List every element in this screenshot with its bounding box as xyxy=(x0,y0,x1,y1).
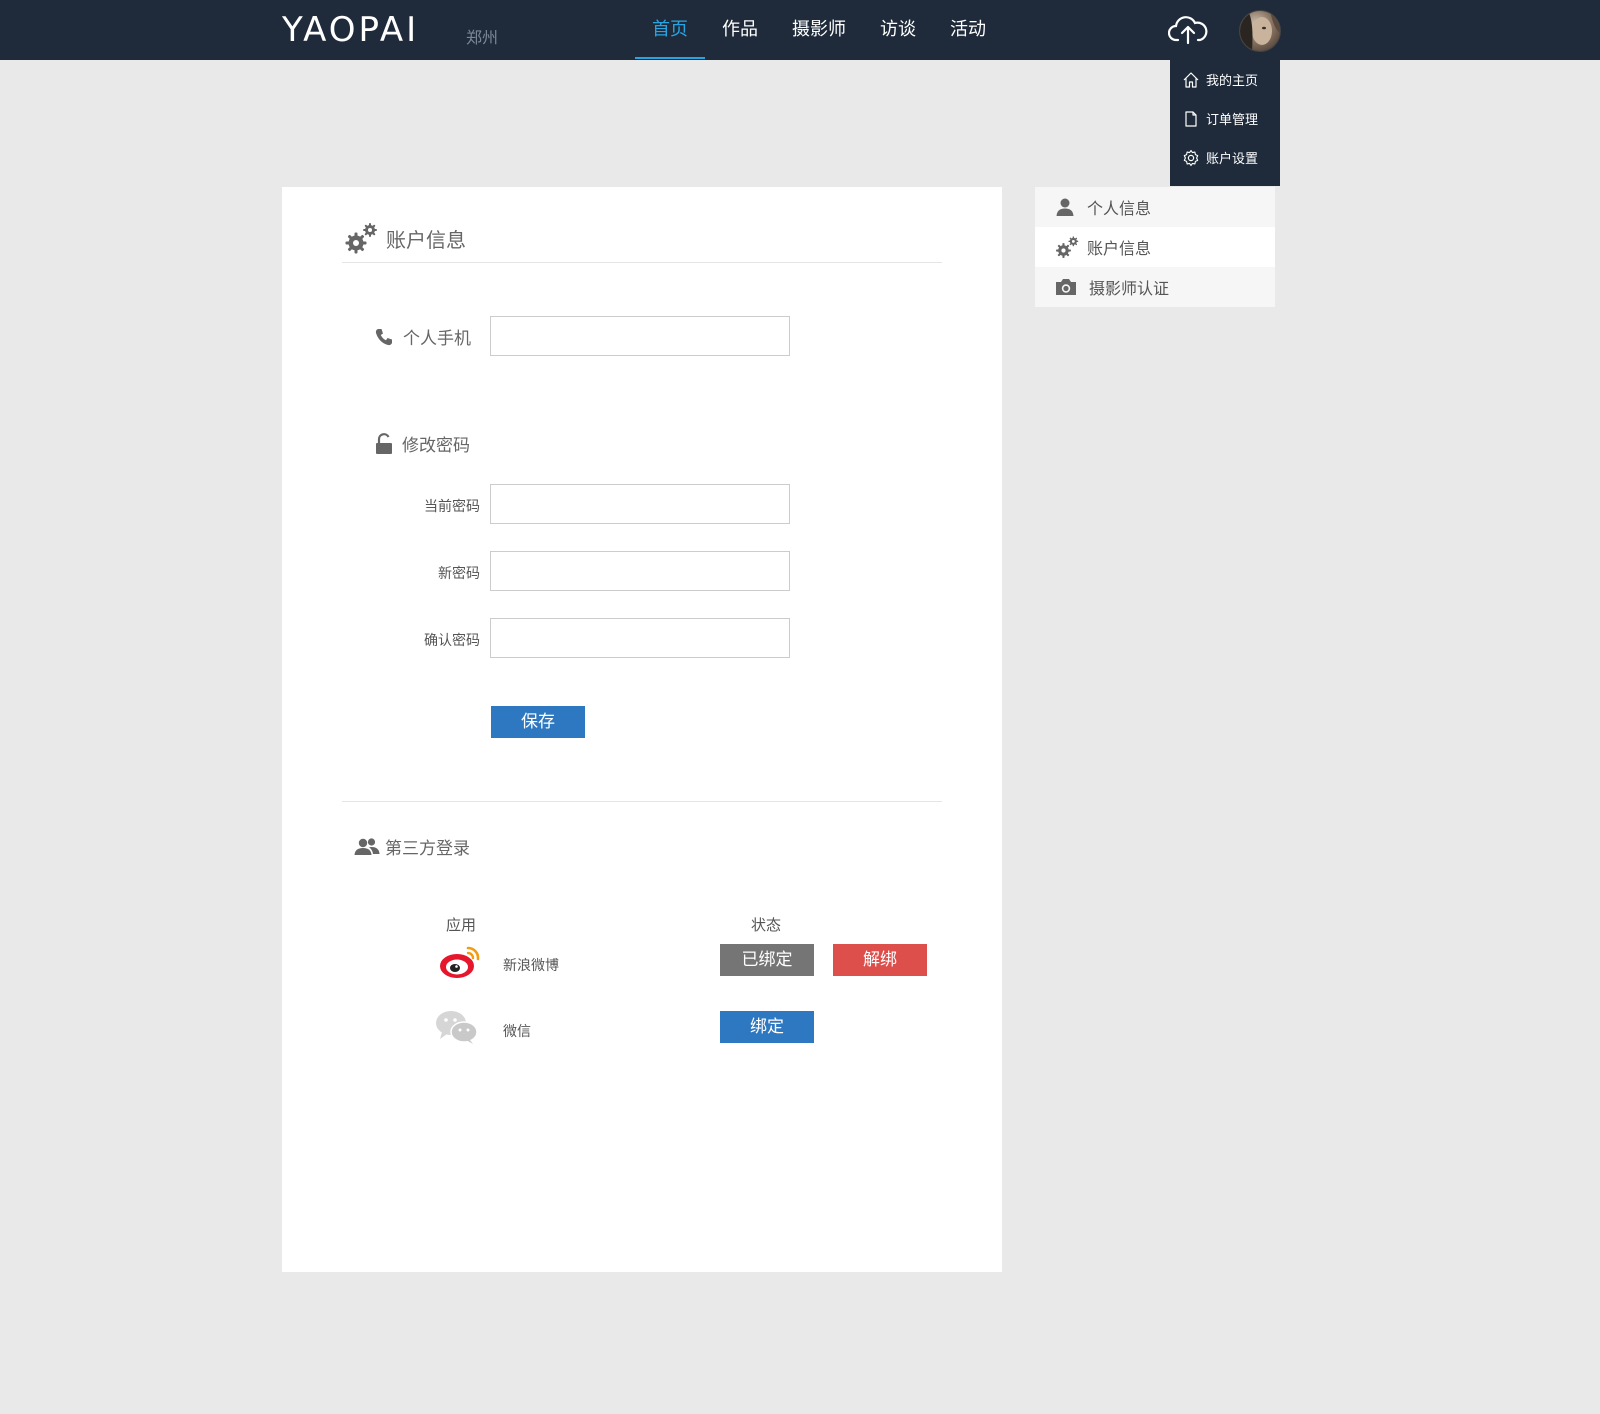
user-icon xyxy=(1056,198,1074,216)
gears-icon xyxy=(1056,236,1079,258)
home-icon xyxy=(1183,71,1199,88)
title-divider xyxy=(342,262,942,263)
nav-item-interviews[interactable]: 访谈 xyxy=(863,0,933,60)
page-title: 账户信息 xyxy=(344,221,466,255)
change-password-heading: 修改密码 xyxy=(374,431,470,456)
confirm-password-label: 确认密码 xyxy=(424,633,480,649)
sidemenu-item-label: 个人信息 xyxy=(1087,199,1152,218)
weibo-name: 新浪微博 xyxy=(503,958,559,974)
city-label[interactable]: 郑州 xyxy=(466,24,498,48)
account-info-panel: 账户信息 个人手机 修改密码 当前密码 新密码 确认密码 保存 第三方登录 应用 xyxy=(282,187,1002,1272)
logo-text: YAOPAI xyxy=(282,10,420,50)
dropdown-item-label: 我的主页 xyxy=(1206,74,1259,89)
phone-input[interactable] xyxy=(490,316,790,356)
user-avatar[interactable] xyxy=(1239,10,1281,52)
dropdown-item-orders[interactable]: 订单管理 xyxy=(1170,99,1280,138)
weibo-unbind-button[interactable]: 解绑 xyxy=(833,944,927,976)
weibo-bound-status: 已绑定 xyxy=(720,944,814,976)
gears-icon xyxy=(345,223,377,254)
dropdown-item-my-home[interactable]: 我的主页 xyxy=(1170,60,1280,99)
weibo-icon xyxy=(438,944,484,984)
phone-icon xyxy=(375,328,392,345)
sidemenu-item-label: 摄影师认证 xyxy=(1089,279,1170,298)
nav-item-photographers[interactable]: 摄影师 xyxy=(775,0,863,60)
column-header-status: 状态 xyxy=(751,916,782,934)
users-icon xyxy=(354,837,380,855)
nav-item-events[interactable]: 活动 xyxy=(933,0,1003,60)
phone-label-text: 个人手机 xyxy=(403,329,471,349)
confirm-password-input[interactable] xyxy=(490,618,790,658)
camera-icon xyxy=(1056,279,1076,295)
main-nav: 首页 作品 摄影师 访谈 活动 xyxy=(635,0,1003,60)
third-party-heading: 第三方登录 xyxy=(354,834,470,859)
dropdown-item-label: 账户设置 xyxy=(1206,152,1259,167)
upload-cloud-icon[interactable] xyxy=(1167,14,1208,46)
save-button[interactable]: 保存 xyxy=(491,706,585,738)
top-navigation-bar: YAOPAI 郑州 首页 作品 摄影师 访谈 活动 xyxy=(0,0,1600,60)
third-party-heading-text: 第三方登录 xyxy=(385,839,470,859)
column-header-app: 应用 xyxy=(446,916,477,934)
dropdown-item-account-settings[interactable]: 账户设置 xyxy=(1170,138,1280,177)
logo[interactable]: YAOPAI xyxy=(282,8,420,50)
document-icon xyxy=(1185,110,1197,127)
nav-item-home[interactable]: 首页 xyxy=(635,0,705,60)
new-password-label: 新密码 xyxy=(438,566,480,582)
sidemenu-item-personal-info[interactable]: 个人信息 xyxy=(1035,187,1275,227)
sidemenu-item-photographer-verification[interactable]: 摄影师认证 xyxy=(1035,267,1275,307)
sidemenu-item-account-info[interactable]: 账户信息 xyxy=(1035,227,1275,267)
change-password-heading-text: 修改密码 xyxy=(402,436,470,456)
nav-item-works[interactable]: 作品 xyxy=(705,0,775,60)
wechat-name: 微信 xyxy=(503,1024,531,1040)
current-password-label: 当前密码 xyxy=(424,499,480,515)
wechat-icon xyxy=(434,1009,480,1049)
user-dropdown-menu: 我的主页 订单管理 账户设置 xyxy=(1170,60,1280,186)
page-title-text: 账户信息 xyxy=(386,227,466,252)
wechat-bind-button[interactable]: 绑定 xyxy=(720,1011,814,1043)
settings-side-menu: 个人信息 账户信息 摄影师认证 xyxy=(1035,187,1275,307)
new-password-input[interactable] xyxy=(490,551,790,591)
sidemenu-item-label: 账户信息 xyxy=(1087,239,1152,258)
phone-label: 个人手机 xyxy=(374,324,471,349)
gear-icon xyxy=(1183,149,1199,166)
current-password-input[interactable] xyxy=(490,484,790,524)
unlock-icon xyxy=(376,432,392,454)
section-divider xyxy=(342,801,942,802)
dropdown-item-label: 订单管理 xyxy=(1206,113,1259,128)
